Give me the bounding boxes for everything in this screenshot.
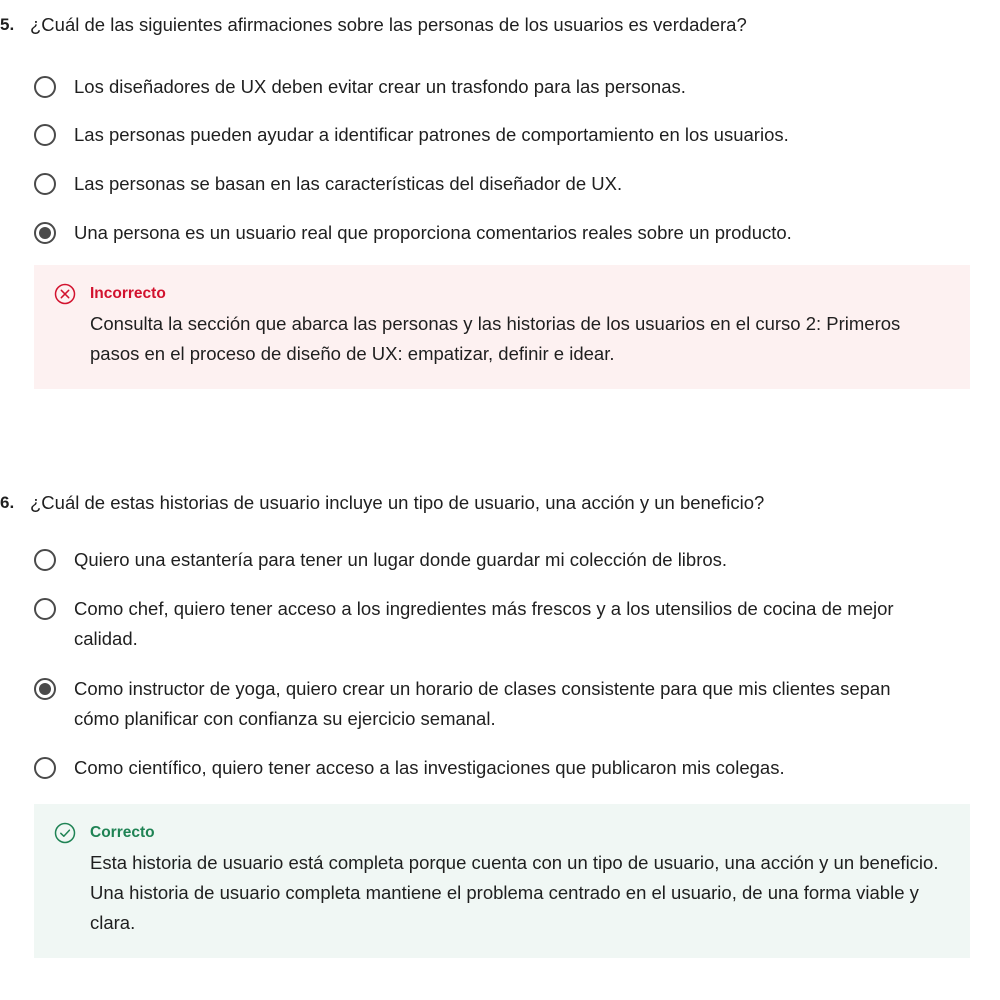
answer-option-selected[interactable]: Una persona es un usuario real que propo… <box>34 218 934 248</box>
answer-option[interactable]: Como científico, quiero tener acceso a l… <box>34 753 934 783</box>
option-label: Los diseñadores de UX deben evitar crear… <box>74 76 686 97</box>
option-label: Como instructor de yoga, quiero crear un… <box>74 678 891 729</box>
option-label: Quiero una estantería para tener un luga… <box>74 549 728 570</box>
question-text: ¿Cuál de las siguientes afirmaciones sob… <box>30 14 747 35</box>
answer-option[interactable]: Como chef, quiero tener acceso a los ing… <box>34 594 934 654</box>
answer-option[interactable]: Los diseñadores de UX deben evitar crear… <box>34 72 934 102</box>
feedback-body: Esta historia de usuario está completa p… <box>90 852 939 933</box>
answer-option[interactable]: Las personas se basan en las característ… <box>34 169 934 199</box>
quiz-results-page: 5. ¿Cuál de las siguientes afirmaciones … <box>0 0 1000 1000</box>
feedback-body: Consulta la sección que abarca las perso… <box>90 313 901 364</box>
radio-button[interactable] <box>34 598 56 620</box>
radio-button[interactable] <box>34 76 56 98</box>
x-circle-icon <box>54 283 76 305</box>
feedback-title: Correcto <box>90 824 155 841</box>
question-number: 5. <box>0 15 15 34</box>
feedback-title: Incorrecto <box>90 285 166 302</box>
option-label: Como chef, quiero tener acceso a los ing… <box>74 598 894 649</box>
option-label: Las personas pueden ayudar a identificar… <box>74 124 789 145</box>
radio-button-selected[interactable] <box>34 678 56 700</box>
question-header: 5. ¿Cuál de las siguientes afirmaciones … <box>0 12 747 38</box>
feedback-header: Incorrecto <box>54 283 950 305</box>
feedback-incorrect: Incorrecto Consulta la sección que abarc… <box>34 265 970 389</box>
question-text: ¿Cuál de estas historias de usuario incl… <box>30 492 765 513</box>
question-number: 6. <box>0 493 15 512</box>
option-label: Como científico, quiero tener acceso a l… <box>74 757 785 778</box>
feedback-header: Correcto <box>54 822 950 844</box>
radio-button-selected[interactable] <box>34 222 56 244</box>
answer-option[interactable]: Quiero una estantería para tener un luga… <box>34 545 934 575</box>
radio-button[interactable] <box>34 757 56 779</box>
feedback-correct: Correcto Esta historia de usuario está c… <box>34 804 970 958</box>
answer-option[interactable]: Las personas pueden ayudar a identificar… <box>34 120 934 150</box>
radio-button[interactable] <box>34 124 56 146</box>
radio-button[interactable] <box>34 173 56 195</box>
question-header: 6. ¿Cuál de estas historias de usuario i… <box>0 490 764 516</box>
check-circle-icon <box>54 822 76 844</box>
option-label: Las personas se basan en las característ… <box>74 173 623 194</box>
option-label: Una persona es un usuario real que propo… <box>74 222 792 243</box>
radio-button[interactable] <box>34 549 56 571</box>
answer-option-selected[interactable]: Como instructor de yoga, quiero crear un… <box>34 674 934 734</box>
